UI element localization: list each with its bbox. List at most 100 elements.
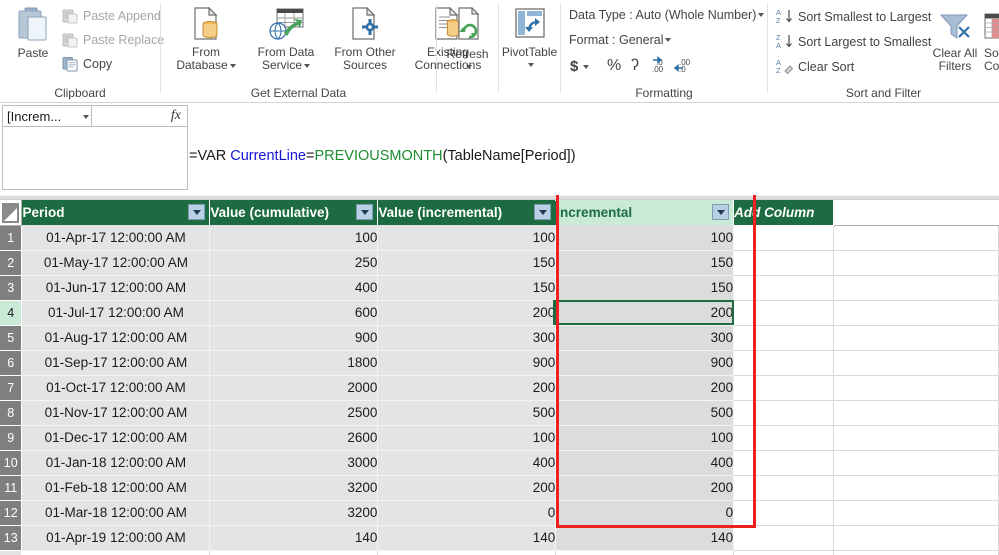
chevron-down-icon[interactable]: [229, 63, 236, 68]
cell-incremental-src[interactable]: 100: [377, 425, 557, 451]
paste-button[interactable]: Paste: [8, 6, 58, 60]
cell-incremental-src[interactable]: 400: [377, 450, 557, 476]
from-data-service-button[interactable]: From Data Service: [247, 7, 325, 72]
filter-button[interactable]: [534, 204, 552, 220]
percent-format-button[interactable]: %: [607, 57, 621, 75]
increase-decimal-button[interactable]: .0 .00: [651, 56, 671, 74]
cell-incremental-src[interactable]: 140: [377, 525, 557, 551]
refresh-dropdown[interactable]: [437, 62, 498, 70]
cell-period[interactable]: 01-Aug-17 12:00:00 AM: [21, 325, 211, 351]
cell-incremental[interactable]: 900: [555, 350, 735, 376]
cell-add-column[interactable]: [733, 375, 835, 401]
column-header-period[interactable]: Period: [21, 200, 211, 225]
cell-period[interactable]: 01-Dec-17 12:00:00 AM: [21, 425, 211, 451]
cell-period[interactable]: 01-Apr-17 12:00:00 AM: [21, 225, 211, 251]
cell-period[interactable]: 01-Jun-17 12:00:00 AM: [21, 275, 211, 301]
cell-add-column[interactable]: [733, 225, 835, 251]
sort-smallest-to-largest-button[interactable]: A Z Sort Smallest to Largest: [776, 8, 931, 25]
cell-cumulative[interactable]: 1800: [209, 350, 379, 376]
cell-add-column[interactable]: [733, 325, 835, 351]
row-number[interactable]: 7: [0, 375, 23, 401]
cell-period[interactable]: 01-Mar-18 12:00:00 AM: [21, 500, 211, 526]
row-number[interactable]: 5: [0, 325, 23, 351]
cell-cumulative[interactable]: 600: [209, 300, 379, 326]
filter-button[interactable]: [188, 204, 206, 220]
cell-add-column[interactable]: [733, 300, 835, 326]
insert-function-button[interactable]: fx: [92, 105, 188, 127]
cell-add-column[interactable]: [733, 450, 835, 476]
cell-cumulative[interactable]: 2500: [209, 400, 379, 426]
clear-all-filters-button[interactable]: Clear All Filters: [927, 12, 983, 73]
cell-cumulative[interactable]: 3200: [209, 475, 379, 501]
cell-period[interactable]: 01-Feb-18 12:00:00 AM: [21, 475, 211, 501]
cell-incremental-src[interactable]: 150: [377, 250, 557, 276]
cell-period[interactable]: 01-Nov-17 12:00:00 AM: [21, 400, 211, 426]
format-dropdown[interactable]: Format : General: [569, 33, 672, 47]
cell-incremental-src[interactable]: 900: [377, 350, 557, 376]
from-database-button[interactable]: From Database: [170, 6, 242, 72]
cell-add-column[interactable]: [733, 250, 835, 276]
row-number[interactable]: 4: [0, 300, 23, 326]
paste-replace-button[interactable]: Paste Replace: [62, 32, 164, 48]
refresh-button[interactable]: Refresh: [437, 6, 498, 70]
cell-add-column[interactable]: [733, 400, 835, 426]
cell-cumulative[interactable]: 3200: [209, 500, 379, 526]
cell-cumulative[interactable]: 3000: [209, 450, 379, 476]
cell-incremental-src[interactable]: 200: [377, 475, 557, 501]
column-header-add-column[interactable]: Add Column: [733, 200, 835, 225]
cell-incremental-src[interactable]: 300: [377, 325, 557, 351]
name-box-dropdown[interactable]: [79, 109, 91, 124]
cell-cumulative[interactable]: 2000: [209, 375, 379, 401]
cell-incremental[interactable]: 100: [555, 225, 735, 251]
sort-by-column-button[interactable]: So Colu: [984, 12, 999, 73]
cell-incremental[interactable]: 200: [555, 475, 735, 501]
cell-incremental-src[interactable]: 100: [377, 225, 557, 251]
from-other-sources-button[interactable]: From Other Sources: [329, 6, 401, 72]
cell-incremental[interactable]: 500: [555, 400, 735, 426]
row-number[interactable]: 1: [0, 225, 23, 251]
thousands-separator-button[interactable]: ʔ: [631, 57, 639, 75]
cell-period[interactable]: 01-Apr-19 12:00:00 AM: [21, 525, 211, 551]
column-header-value-incremental[interactable]: Value (incremental): [377, 200, 557, 225]
scrollbar-thumb[interactable]: [0, 196, 999, 199]
cell-incremental[interactable]: 300: [555, 325, 735, 351]
cell-incremental-active[interactable]: 200: [555, 300, 735, 326]
cell-add-column[interactable]: [733, 500, 835, 526]
column-header-value-cumulative[interactable]: Value (cumulative): [209, 200, 379, 225]
cell-incremental[interactable]: 0: [555, 500, 735, 526]
cell-incremental-src[interactable]: 200: [377, 300, 557, 326]
cell-incremental[interactable]: 400: [555, 450, 735, 476]
cell-incremental-src[interactable]: 500: [377, 400, 557, 426]
row-number[interactable]: 12: [0, 500, 23, 526]
column-header-incremental[interactable]: Incremental: [555, 200, 735, 225]
pivottable-button[interactable]: PivotTable: [499, 7, 560, 68]
row-number[interactable]: 2: [0, 250, 23, 276]
currency-format-button[interactable]: $: [570, 58, 590, 75]
formula-input[interactable]: =VAR CurrentLine=PREVIOUSMONTH(TableName…: [189, 105, 997, 190]
cell-incremental[interactable]: 200: [555, 375, 735, 401]
filter-button[interactable]: [356, 204, 374, 220]
select-all-corner[interactable]: [0, 200, 23, 226]
cell-incremental[interactable]: 140: [555, 525, 735, 551]
cell-incremental[interactable]: 150: [555, 275, 735, 301]
cell-add-column[interactable]: [733, 525, 835, 551]
cell-add-column[interactable]: [733, 425, 835, 451]
cell-period[interactable]: 01-Sep-17 12:00:00 AM: [21, 350, 211, 376]
cell-add-column[interactable]: [733, 275, 835, 301]
row-number[interactable]: 11: [0, 475, 23, 501]
cell-period[interactable]: 01-Jan-18 12:00:00 AM: [21, 450, 211, 476]
cell-cumulative[interactable]: 900: [209, 325, 379, 351]
filter-button[interactable]: [712, 204, 730, 220]
cell-add-column[interactable]: [733, 350, 835, 376]
chevron-down-icon[interactable]: [583, 64, 590, 69]
row-number[interactable]: 10: [0, 450, 23, 476]
cell-period[interactable]: 01-Jul-17 12:00:00 AM: [21, 300, 211, 326]
cell-incremental-src[interactable]: 150: [377, 275, 557, 301]
cell-incremental[interactable]: 100: [555, 425, 735, 451]
row-number[interactable]: 6: [0, 350, 23, 376]
cell-cumulative[interactable]: 400: [209, 275, 379, 301]
cell-incremental-src[interactable]: 0: [377, 500, 557, 526]
cell-add-column[interactable]: [733, 475, 835, 501]
row-number[interactable]: 13: [0, 525, 23, 551]
cell-incremental-src[interactable]: 200: [377, 375, 557, 401]
